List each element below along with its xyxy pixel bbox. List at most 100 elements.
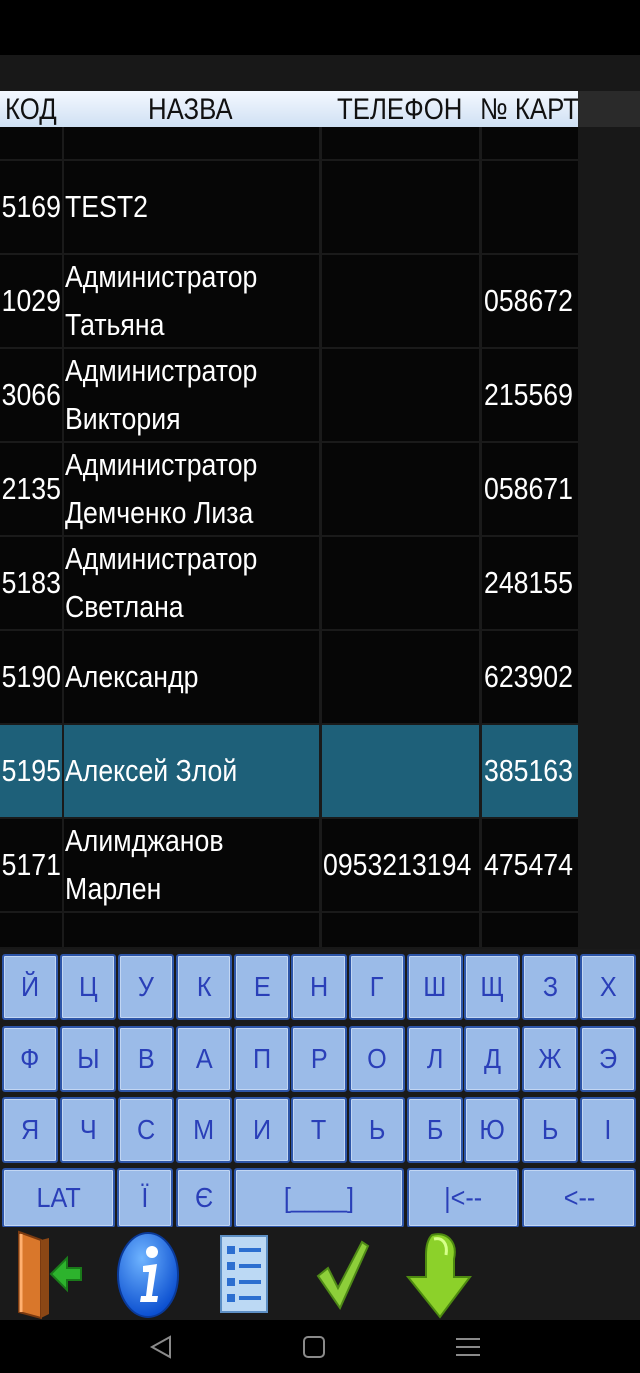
header-phone[interactable]: ТЕЛЕФОН — [337, 91, 462, 127]
cell-card — [482, 127, 578, 159]
key-letter[interactable]: З — [522, 954, 578, 1020]
table-row[interactable]: 2135 Администратор Демченко Лиза 058671 — [0, 443, 578, 535]
key-letter[interactable]: Е — [234, 954, 290, 1020]
key-letter[interactable]: В — [118, 1026, 174, 1092]
cell-name: Администратор Светлана — [64, 537, 319, 629]
key-letter[interactable]: И — [234, 1097, 290, 1163]
key-letter[interactable]: Щ — [464, 954, 520, 1020]
key-letter[interactable]: Ї — [117, 1168, 173, 1228]
down-arrow-icon[interactable] — [404, 1227, 474, 1320]
cell-phone — [322, 725, 479, 817]
cell-code: 5169 — [0, 161, 62, 253]
cell-card: 623902 — [482, 631, 578, 723]
cell-card: 248155 — [482, 537, 578, 629]
key-letter[interactable]: У — [118, 954, 174, 1020]
header-code[interactable]: КОД — [5, 91, 57, 127]
key-letter[interactable]: Ц — [60, 954, 116, 1020]
table-row[interactable]: 3066 Администратор Виктория 215569 — [0, 349, 578, 441]
key-letter[interactable]: Ч — [60, 1097, 116, 1163]
cell-phone — [322, 537, 479, 629]
info-icon[interactable] — [114, 1227, 182, 1320]
key-letter[interactable]: Х — [580, 954, 636, 1020]
cell-code: 5195 — [0, 725, 62, 817]
table-row[interactable]: 5169 TEST2 — [0, 161, 578, 253]
cell-name — [64, 913, 319, 947]
status-bar — [0, 0, 640, 55]
cell-name: Администратор Татьяна — [64, 255, 319, 347]
key-space[interactable]: [____] — [234, 1168, 404, 1228]
cell-code: 5183 — [0, 537, 62, 629]
key-letter[interactable]: Л — [407, 1026, 463, 1092]
table-row[interactable]: 5183 Администратор Светлана 248155 — [0, 537, 578, 629]
key-letter[interactable]: Ш — [407, 954, 463, 1020]
key-letter[interactable]: Й — [2, 954, 58, 1020]
key-letter[interactable]: Б — [407, 1097, 463, 1163]
cell-phone: 0953213194 — [322, 819, 479, 911]
header-filler — [578, 91, 640, 127]
cell-code: 1029 — [0, 255, 62, 347]
cell-name: Администратор Виктория — [64, 349, 319, 441]
key-letter[interactable]: Є — [176, 1168, 232, 1228]
key-letter[interactable]: Г — [349, 954, 405, 1020]
cell-phone — [322, 127, 479, 159]
clients-table[interactable]: 5169 TEST2 1029 Администратор Татьяна 05… — [0, 127, 578, 947]
table-row-selected[interactable]: 5195 Алексей Злой 385163 — [0, 725, 578, 817]
header-card[interactable]: № КАРТИ — [480, 91, 578, 127]
key-letter[interactable]: Ь — [522, 1097, 578, 1163]
key-letter[interactable]: Н — [291, 954, 347, 1020]
key-letter[interactable]: Ь — [349, 1097, 405, 1163]
key-letter[interactable]: С — [118, 1097, 174, 1163]
key-letter[interactable]: Д — [464, 1026, 520, 1092]
list-icon[interactable] — [216, 1227, 272, 1320]
key-lat-layout[interactable]: LAT — [2, 1168, 115, 1228]
system-nav-bar — [0, 1320, 640, 1373]
cell-name: Алексей Злой — [64, 725, 319, 817]
key-letter[interactable]: О — [349, 1026, 405, 1092]
cell-code: 5171 — [0, 819, 62, 911]
cell-name: TEST2 — [64, 161, 319, 253]
key-backspace[interactable]: <-- — [522, 1168, 636, 1228]
key-letter[interactable]: М — [176, 1097, 232, 1163]
cell-name: Алимджанов Марлен — [64, 819, 319, 911]
key-clear[interactable]: |<-- — [407, 1168, 519, 1228]
cell-phone — [322, 161, 479, 253]
checkmark-icon[interactable] — [312, 1227, 372, 1320]
table-row[interactable] — [0, 913, 578, 947]
cell-card: 058672 — [482, 255, 578, 347]
menu-lines-icon[interactable] — [454, 1334, 482, 1365]
key-letter[interactable]: Я — [2, 1097, 58, 1163]
cell-card — [482, 913, 578, 947]
cell-name — [64, 127, 319, 159]
cell-phone — [322, 913, 479, 947]
back-triangle-icon[interactable] — [148, 1334, 174, 1365]
table-row[interactable] — [0, 127, 578, 159]
cell-card: 215569 — [482, 349, 578, 441]
key-letter[interactable]: Р — [291, 1026, 347, 1092]
key-letter[interactable]: Ю — [464, 1097, 520, 1163]
key-letter[interactable]: Ж — [522, 1026, 578, 1092]
table-row[interactable]: 5171 Алимджанов Марлен 0953213194 475474 — [0, 819, 578, 911]
cell-code — [0, 913, 62, 947]
key-letter[interactable]: Ы — [60, 1026, 116, 1092]
cell-name: Администратор Демченко Лиза — [64, 443, 319, 535]
key-letter[interactable]: П — [234, 1026, 290, 1092]
onscreen-keyboard: Й Ц У К Е Н Г Ш Щ З Х Ф Ы В А П Р О Л Д … — [0, 949, 640, 1228]
key-letter[interactable]: Э — [580, 1026, 636, 1092]
key-letter[interactable]: А — [176, 1026, 232, 1092]
key-letter[interactable]: І — [580, 1097, 636, 1163]
table-row[interactable]: 1029 Администратор Татьяна 058672 — [0, 255, 578, 347]
cell-code: 3066 — [0, 349, 62, 441]
table-header: КОД НАЗВА ТЕЛЕФОН № КАРТИ — [0, 91, 578, 127]
key-letter[interactable]: К — [176, 954, 232, 1020]
header-name[interactable]: НАЗВА — [148, 91, 233, 127]
cell-phone — [322, 255, 479, 347]
cell-phone — [322, 443, 479, 535]
cell-code: 5190 — [0, 631, 62, 723]
cell-card: 385163 — [482, 725, 578, 817]
exit-door-icon[interactable] — [10, 1227, 86, 1320]
cell-code: 2135 — [0, 443, 62, 535]
key-letter[interactable]: Ф — [2, 1026, 58, 1092]
home-square-icon[interactable] — [301, 1334, 327, 1365]
key-letter[interactable]: Т — [291, 1097, 347, 1163]
table-row[interactable]: 5190 Александр 623902 — [0, 631, 578, 723]
